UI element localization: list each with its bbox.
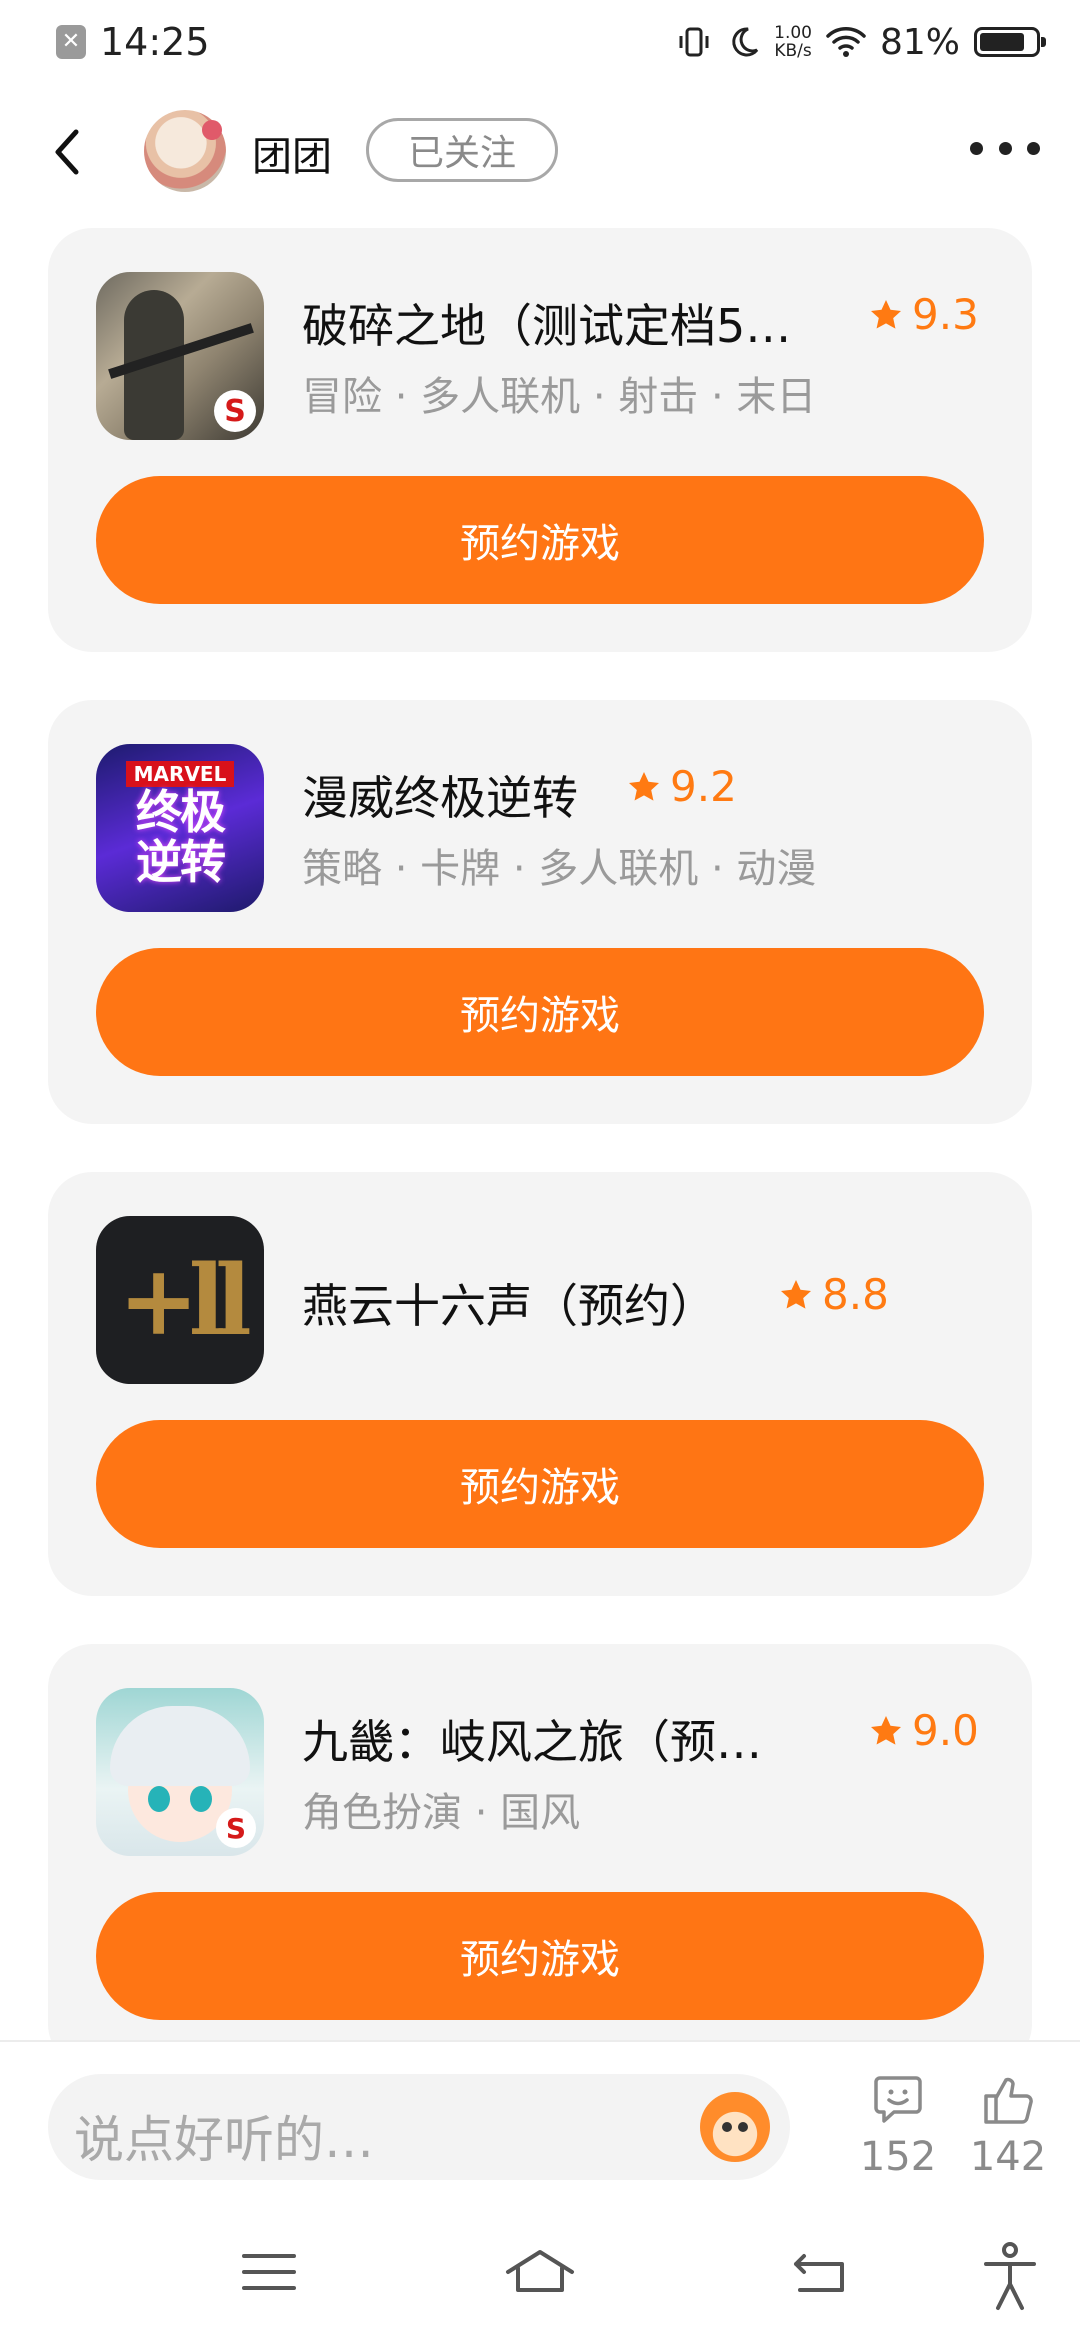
back-button[interactable] bbox=[40, 122, 100, 182]
rating-value: 9.2 bbox=[670, 762, 737, 811]
game-rating: 8.8 bbox=[778, 1270, 889, 1319]
speed-unit: KB/s bbox=[774, 41, 812, 61]
comment-icon bbox=[874, 2076, 922, 2123]
game-rating: 9.2 bbox=[626, 762, 737, 811]
game-card[interactable]: S 九畿：岐风之旅（预… 9.0 角色扮演 · 国风 预约游戏 bbox=[48, 1644, 1032, 2068]
marvel-logo: MARVEL bbox=[125, 761, 235, 787]
accessibility-icon bbox=[984, 2242, 1036, 2310]
comment-bar: 说点好听的… 152 142 bbox=[0, 2040, 1080, 2182]
back-nav-button[interactable] bbox=[780, 2242, 860, 2302]
status-time: 14:25 bbox=[100, 20, 210, 64]
battery-percent: 81% bbox=[879, 21, 960, 63]
home-nav-button[interactable] bbox=[500, 2242, 580, 2302]
comment-placeholder: 说点好听的… bbox=[74, 2111, 374, 2169]
notification-icon: ✕ bbox=[56, 25, 86, 59]
icon-title-line-2: 逆转 bbox=[136, 835, 226, 889]
game-tags: 角色扮演 · 国风 bbox=[302, 1790, 581, 1836]
vibrate-icon bbox=[679, 27, 709, 57]
thumbs-up-icon bbox=[984, 2077, 1033, 2124]
reserve-game-button[interactable]: 预约游戏 bbox=[96, 1892, 984, 2020]
game-card[interactable]: MARVEL 终极 逆转 漫威终极逆转 9.2 策略 · 卡牌 · 多人联机 ·… bbox=[48, 700, 1032, 1124]
icon-title-line-1: 终极 bbox=[136, 785, 226, 839]
star-icon bbox=[629, 771, 659, 801]
game-icon[interactable]: S bbox=[96, 1688, 264, 1856]
moon-icon bbox=[732, 27, 759, 57]
accessibility-nav-button[interactable] bbox=[970, 2242, 1050, 2310]
game-tags: 策略 · 卡牌 · 多人联机 · 动漫 bbox=[302, 846, 817, 892]
battery-fill bbox=[980, 33, 1024, 51]
battery-icon bbox=[974, 27, 1046, 57]
star-icon bbox=[871, 299, 901, 329]
speed-value: 1.00 bbox=[774, 23, 812, 43]
status-left: ✕ 14:25 bbox=[56, 18, 210, 66]
reserve-game-button[interactable]: 预约游戏 bbox=[96, 1420, 984, 1548]
status-bar: ✕ 14:25 1.00 KB/s 81% bbox=[0, 0, 1080, 84]
return-icon bbox=[794, 2254, 844, 2292]
comment-count: 152 bbox=[859, 2134, 937, 2180]
user-name[interactable]: 团团 bbox=[252, 124, 332, 182]
page-header: 团团 已关注 bbox=[0, 100, 1080, 204]
character-hair bbox=[110, 1706, 250, 1786]
game-icon[interactable]: S bbox=[96, 272, 264, 440]
reserve-game-button[interactable]: 预约游戏 bbox=[96, 948, 984, 1076]
comment-count-button[interactable]: 152 bbox=[848, 2072, 948, 2180]
game-name[interactable]: 燕云十六声（预约） bbox=[302, 1270, 716, 1336]
comment-input[interactable]: 说点好听的… bbox=[48, 2074, 790, 2180]
menu-icon bbox=[242, 2254, 296, 2290]
netease-logo-icon: S bbox=[216, 1808, 256, 1848]
dot-icon bbox=[998, 141, 1012, 155]
rating-value: 9.0 bbox=[912, 1706, 979, 1755]
game-name[interactable]: 九畿：岐风之旅（预… bbox=[302, 1706, 762, 1772]
user-avatar[interactable] bbox=[144, 110, 226, 192]
menu-nav-button[interactable] bbox=[230, 2242, 310, 2302]
character-eye bbox=[148, 1786, 170, 1812]
follow-button[interactable]: 已关注 bbox=[366, 118, 558, 182]
game-name[interactable]: 破碎之地（测试定档5… bbox=[302, 290, 791, 356]
character-eye bbox=[190, 1786, 212, 1812]
star-icon bbox=[871, 1715, 901, 1745]
game-name[interactable]: 漫威终极逆转 bbox=[302, 762, 578, 828]
wifi-icon bbox=[826, 27, 866, 57]
more-options-button[interactable] bbox=[970, 136, 1040, 160]
back-arrow-icon bbox=[55, 129, 79, 175]
netease-logo-icon: S bbox=[214, 390, 256, 432]
dot-icon bbox=[1027, 141, 1040, 155]
game-icon[interactable]: +ll bbox=[96, 1216, 264, 1384]
network-speed: 1.00 KB/s bbox=[774, 24, 812, 60]
game-tags: 冒险 · 多人联机 · 射击 · 末日 bbox=[302, 374, 817, 420]
rating-value: 9.3 bbox=[912, 290, 979, 339]
like-button[interactable]: 142 bbox=[958, 2072, 1058, 2180]
like-count: 142 bbox=[969, 2134, 1047, 2180]
dot-icon bbox=[970, 141, 983, 155]
game-logo-mark: +ll bbox=[118, 1243, 251, 1357]
home-icon bbox=[506, 2250, 574, 2292]
status-right: 1.00 KB/s 81% bbox=[676, 18, 1046, 66]
game-icon[interactable]: MARVEL 终极 逆转 bbox=[96, 744, 264, 912]
game-rating: 9.0 bbox=[868, 1706, 979, 1755]
mascot-emoji-icon[interactable] bbox=[700, 2092, 770, 2162]
star-icon bbox=[781, 1279, 811, 1309]
game-rating: 9.3 bbox=[868, 290, 979, 339]
game-card[interactable]: S 破碎之地（测试定档5… 9.3 冒险 · 多人联机 · 射击 · 末日 预约… bbox=[48, 228, 1032, 652]
rating-value: 8.8 bbox=[822, 1270, 889, 1319]
system-nav-bar bbox=[0, 2190, 1080, 2340]
reserve-game-button[interactable]: 预约游戏 bbox=[96, 476, 984, 604]
game-card[interactable]: +ll 燕云十六声（预约） 8.8 预约游戏 bbox=[48, 1172, 1032, 1596]
